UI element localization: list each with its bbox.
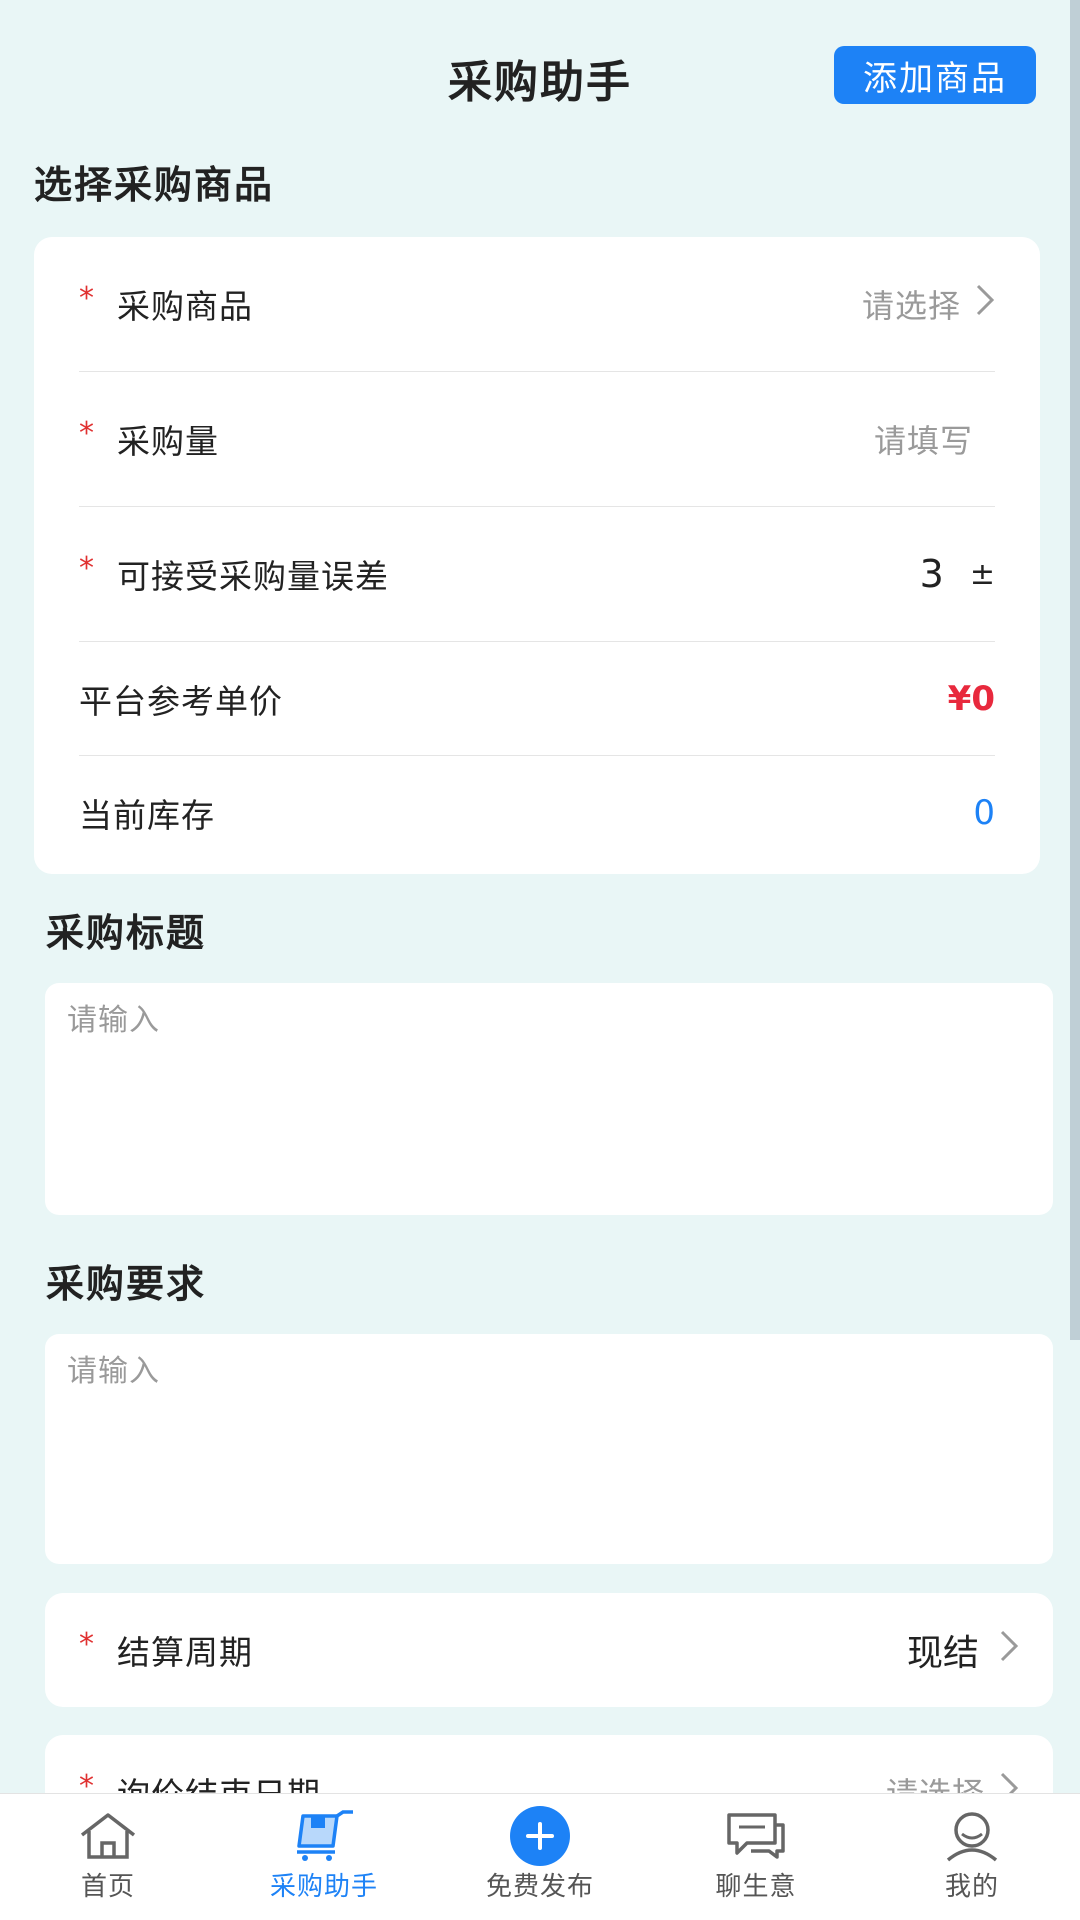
row-quantity: * 采购量 请填写	[79, 372, 995, 507]
required-mark: *	[79, 280, 95, 316]
purchase-requirements-placeholder: 请输入	[67, 1354, 160, 1389]
nav-label-chat: 聊生意	[715, 1872, 797, 1902]
settlement-card: * 结算周期 现结	[45, 1593, 1053, 1707]
row-price: 平台参考单价 ¥0	[79, 642, 995, 756]
plus-icon	[510, 1806, 570, 1866]
purchase-requirements-input[interactable]: 请输入	[45, 1334, 1053, 1564]
row-price-label: 平台参考单价	[79, 681, 283, 721]
nav-item-free-publish[interactable]: 免费发布	[432, 1794, 648, 1920]
row-tolerance: * 可接受采购量误差 3 ±	[79, 507, 995, 642]
cart-icon	[293, 1808, 355, 1864]
header: 采购助手 添加商品	[0, 0, 1080, 150]
row-stock-label: 当前库存	[79, 796, 215, 835]
row-settlement[interactable]: * 结算周期 现结	[79, 1593, 1019, 1707]
required-mark: *	[79, 1626, 95, 1662]
row-product-label: 采购商品	[117, 287, 253, 326]
nav-item-home[interactable]: 首页	[0, 1794, 216, 1920]
nav-label-mine: 我的	[944, 1872, 999, 1902]
section-title-purchase-requirements: 采购要求	[46, 1262, 207, 1306]
nav-label-home: 首页	[80, 1872, 135, 1902]
required-mark: *	[79, 415, 95, 451]
purchase-title-placeholder: 请输入	[67, 1003, 160, 1038]
chevron-right-icon	[999, 1629, 1019, 1671]
row-product[interactable]: * 采购商品 请选择	[79, 237, 995, 372]
add-product-button[interactable]: 添加商品	[834, 46, 1036, 104]
purchase-title-input[interactable]: 请输入	[45, 983, 1053, 1215]
nav-label-purchase-assistant: 采购助手	[269, 1872, 378, 1902]
tolerance-input[interactable]: 3	[920, 552, 944, 596]
row-product-value: 请选择	[861, 287, 961, 325]
chevron-right-icon	[975, 283, 995, 325]
product-form-card: * 采购商品 请选择 * 采购量 请填写 * 可接受采购量误差 3 ± 平台参考…	[34, 237, 1040, 874]
row-stock: 当前库存 0	[79, 756, 995, 870]
settlement-value: 现结	[906, 1633, 979, 1674]
nav-label-free-publish: 免费发布	[485, 1872, 594, 1902]
row-settlement-label: 结算周期	[117, 1633, 253, 1672]
home-icon	[78, 1808, 138, 1864]
nav-item-purchase-assistant[interactable]: 采购助手	[216, 1794, 432, 1920]
row-quantity-label: 采购量	[117, 422, 219, 461]
tolerance-unit: ±	[969, 556, 995, 592]
price-value: ¥0	[947, 678, 995, 719]
stock-value: 0	[973, 793, 995, 833]
required-mark: *	[79, 550, 95, 586]
nav-item-chat[interactable]: 聊生意	[648, 1794, 864, 1920]
bottom-nav: 首页 采购助手 免费发布 聊生意 我的	[0, 1793, 1080, 1920]
section-title-select-product: 选择采购商品	[34, 163, 275, 207]
section-title-purchase-title: 采购标题	[46, 911, 207, 955]
quantity-input[interactable]: 请填写	[874, 416, 973, 462]
user-icon	[944, 1808, 1000, 1864]
nav-item-mine[interactable]: 我的	[864, 1794, 1080, 1920]
row-tolerance-label: 可接受采购量误差	[117, 557, 389, 596]
chat-icon	[725, 1808, 787, 1864]
scrollbar[interactable]	[1070, 0, 1080, 1340]
